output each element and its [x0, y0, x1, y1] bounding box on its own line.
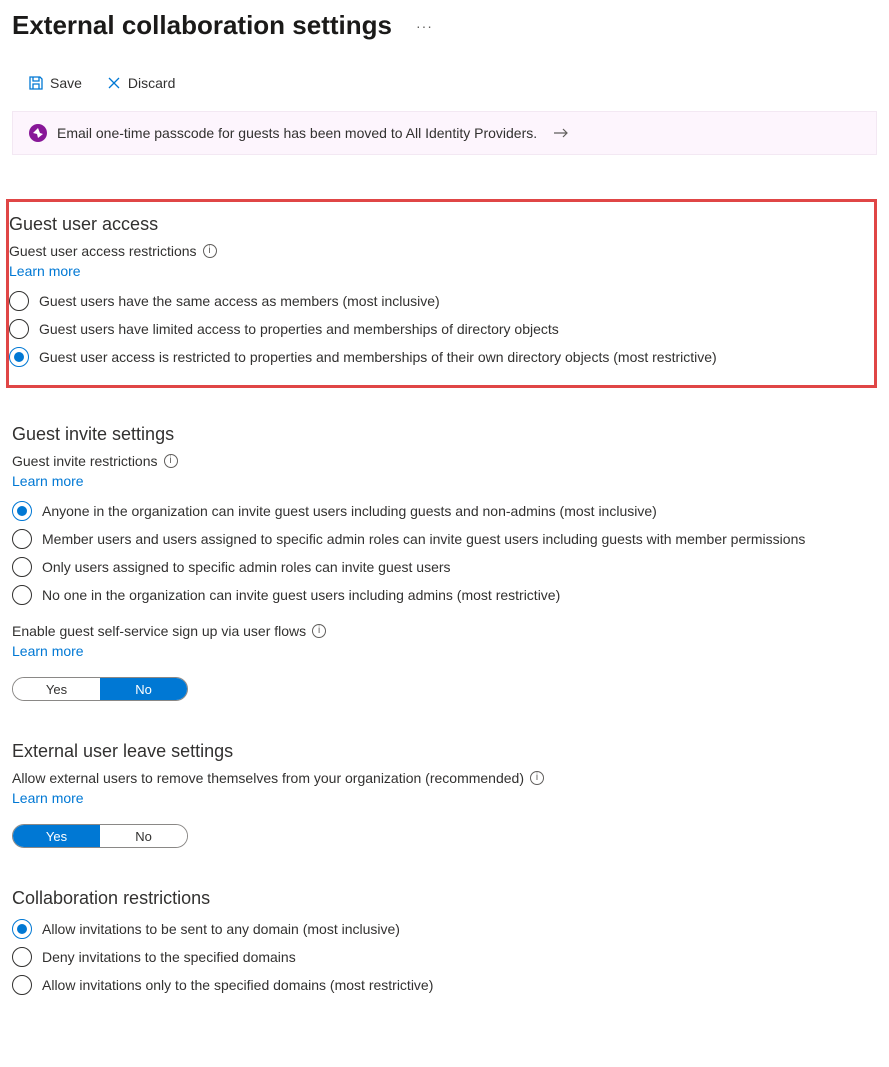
toggle-no[interactable]: No — [100, 678, 187, 700]
guest-invite-radio-group: Anyone in the organization can invite gu… — [12, 501, 877, 605]
collab-option-2[interactable]: Allow invitations only to the specified … — [12, 975, 877, 995]
section-guest-user-access: Guest user access Guest user access rest… — [6, 199, 877, 388]
collab-option-0[interactable]: Allow invitations to be sent to any doma… — [12, 919, 877, 939]
toggle-yes[interactable]: Yes — [13, 825, 100, 847]
radio-icon — [12, 501, 32, 521]
radio-icon — [12, 919, 32, 939]
radio-icon — [12, 585, 32, 605]
radio-label: No one in the organization can invite gu… — [42, 587, 560, 603]
page-root: External collaboration settings ··· Save… — [0, 0, 889, 1065]
arrow-right-icon — [553, 127, 569, 139]
guide-icon — [29, 124, 47, 142]
collab-radio-group: Allow invitations to be sent to any doma… — [12, 919, 877, 995]
radio-icon — [12, 529, 32, 549]
learn-more-link[interactable]: Learn more — [12, 790, 84, 806]
radio-icon — [9, 319, 29, 339]
radio-icon — [12, 557, 32, 577]
field-label-row: Allow external users to remove themselve… — [12, 770, 877, 786]
close-icon — [106, 75, 122, 91]
collab-option-1[interactable]: Deny invitations to the specified domain… — [12, 947, 877, 967]
guest-access-option-0[interactable]: Guest users have the same access as memb… — [9, 291, 866, 311]
page-title: External collaboration settings — [12, 10, 392, 41]
field-label-row: Guest user access restrictions i — [9, 243, 866, 259]
guest-access-radio-group: Guest users have the same access as memb… — [9, 291, 866, 367]
save-icon — [28, 75, 44, 91]
radio-label: Guest user access is restricted to prope… — [39, 349, 717, 365]
section-title-external-leave: External user leave settings — [12, 741, 877, 762]
section-guest-invite: Guest invite settings Guest invite restr… — [12, 424, 877, 701]
command-bar: Save Discard — [12, 69, 877, 97]
radio-icon — [12, 947, 32, 967]
guest-invite-option-2[interactable]: Only users assigned to specific admin ro… — [12, 557, 877, 577]
info-icon[interactable]: i — [203, 244, 217, 258]
radio-label: Allow invitations only to the specified … — [42, 977, 433, 993]
field-label-row: Enable guest self-service sign up via us… — [12, 623, 877, 639]
radio-label: Deny invitations to the specified domain… — [42, 949, 296, 965]
toggle-yes[interactable]: Yes — [13, 678, 100, 700]
section-collaboration-restrictions: Collaboration restrictions Allow invitat… — [12, 888, 877, 995]
save-button-label: Save — [50, 75, 82, 91]
self-service-block: Enable guest self-service sign up via us… — [12, 623, 877, 701]
section-title-collab: Collaboration restrictions — [12, 888, 877, 909]
learn-more-link[interactable]: Learn more — [9, 263, 81, 279]
field-label-row: Guest invite restrictions i — [12, 453, 877, 469]
section-title-guest-access: Guest user access — [9, 214, 866, 235]
radio-label: Guest users have the same access as memb… — [39, 293, 440, 309]
radio-icon — [9, 347, 29, 367]
info-icon[interactable]: i — [530, 771, 544, 785]
self-service-label: Enable guest self-service sign up via us… — [12, 623, 306, 639]
save-button[interactable]: Save — [18, 69, 92, 97]
info-icon[interactable]: i — [312, 624, 326, 638]
guest-access-field-label: Guest user access restrictions — [9, 243, 197, 259]
radio-label: Anyone in the organization can invite gu… — [42, 503, 657, 519]
toggle-no[interactable]: No — [100, 825, 187, 847]
guest-access-option-1[interactable]: Guest users have limited access to prope… — [9, 319, 866, 339]
radio-label: Member users and users assigned to speci… — [42, 531, 805, 547]
radio-label: Only users assigned to specific admin ro… — [42, 559, 451, 575]
section-external-leave: External user leave settings Allow exter… — [12, 741, 877, 848]
guest-access-option-2[interactable]: Guest user access is restricted to prope… — [9, 347, 866, 367]
guest-invite-option-3[interactable]: No one in the organization can invite gu… — [12, 585, 877, 605]
more-menu-button[interactable]: ··· — [416, 18, 433, 34]
radio-label: Allow invitations to be sent to any doma… — [42, 921, 400, 937]
radio-icon — [9, 291, 29, 311]
guest-invite-option-1[interactable]: Member users and users assigned to speci… — [12, 529, 877, 549]
discard-button[interactable]: Discard — [96, 69, 185, 97]
self-service-toggle[interactable]: Yes No — [12, 677, 188, 701]
external-leave-field-label: Allow external users to remove themselve… — [12, 770, 524, 786]
info-icon[interactable]: i — [164, 454, 178, 468]
learn-more-link[interactable]: Learn more — [12, 643, 84, 659]
learn-more-link[interactable]: Learn more — [12, 473, 84, 489]
guest-invite-field-label: Guest invite restrictions — [12, 453, 158, 469]
page-header: External collaboration settings ··· — [12, 10, 877, 41]
info-banner[interactable]: Email one-time passcode for guests has b… — [12, 111, 877, 155]
external-leave-toggle[interactable]: Yes No — [12, 824, 188, 848]
section-title-guest-invite: Guest invite settings — [12, 424, 877, 445]
radio-icon — [12, 975, 32, 995]
guest-invite-option-0[interactable]: Anyone in the organization can invite gu… — [12, 501, 877, 521]
discard-button-label: Discard — [128, 75, 175, 91]
info-banner-text: Email one-time passcode for guests has b… — [57, 125, 537, 141]
radio-label: Guest users have limited access to prope… — [39, 321, 559, 337]
